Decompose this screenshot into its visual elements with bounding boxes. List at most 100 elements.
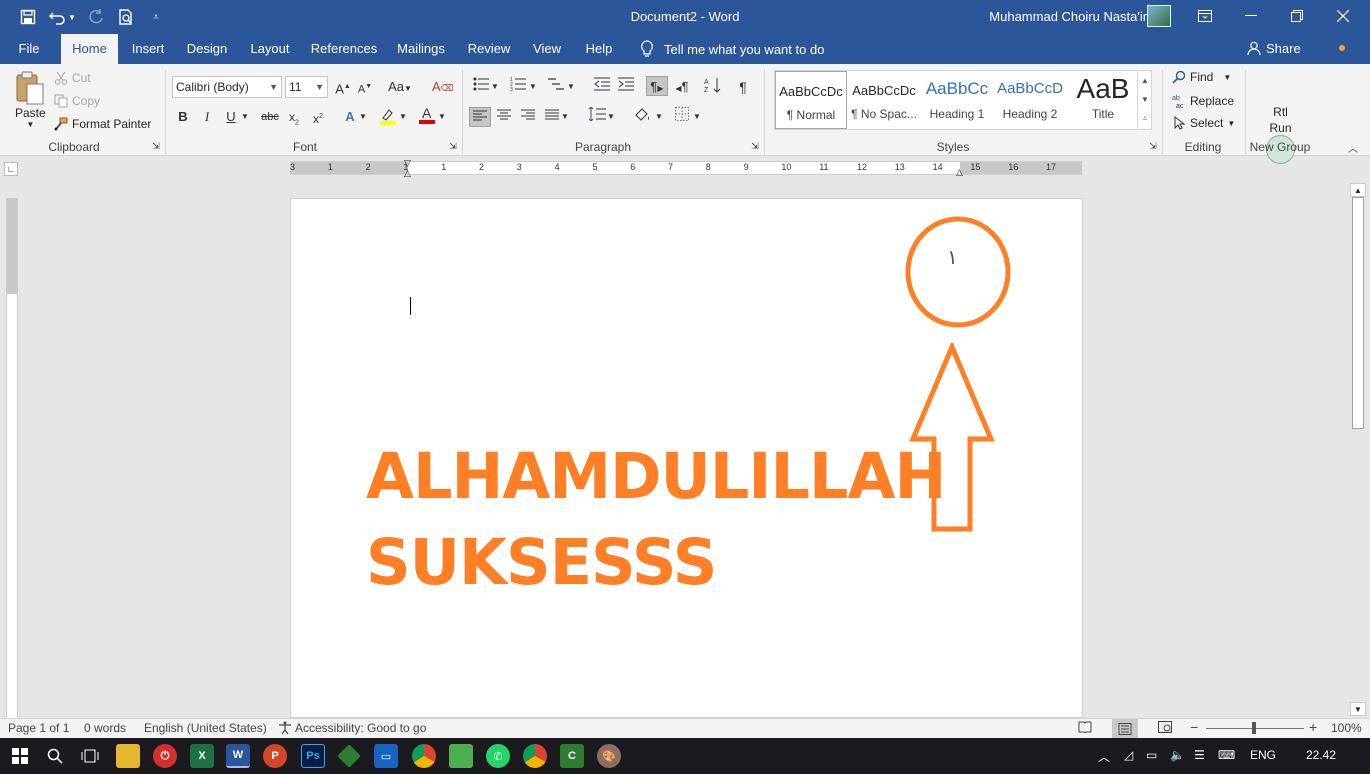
numbering-icon[interactable]: 123 [508, 77, 528, 97]
paste-button[interactable]: Paste ▼ [15, 106, 46, 129]
style-normal[interactable]: AaBbCcDc ¶ Normal [775, 71, 847, 129]
paint-icon[interactable]: 🎨 [597, 744, 621, 768]
select-button[interactable]: Select ▼ [1174, 116, 1235, 130]
notification-icon[interactable]: ☰ [1194, 748, 1205, 762]
undo-dropdown-icon[interactable]: ▼ [66, 7, 78, 27]
copy-button[interactable]: Copy [54, 94, 100, 108]
subscript-icon[interactable]: x2 [284, 107, 304, 127]
decrease-indent-icon[interactable] [592, 77, 612, 97]
font-family-select[interactable]: Calibri (Body) ▼ [172, 76, 282, 98]
font-color-dropdown-icon[interactable]: ▼ [437, 107, 447, 127]
styles-scroll[interactable]: ▲ ▼ ⩡ [1137, 71, 1152, 129]
more-styles-icon[interactable]: ⩡ [1138, 109, 1152, 128]
save-icon[interactable] [18, 7, 38, 27]
chrome-icon[interactable] [412, 744, 436, 768]
change-case-icon[interactable]: Aa▼ [387, 77, 413, 97]
strikethrough-icon[interactable]: abc [260, 107, 280, 127]
rtl-run-button[interactable]: Rtl Run [1262, 104, 1299, 136]
page-count[interactable]: Page 1 of 1 [8, 721, 69, 735]
power-app-icon[interactable]: ⏻ [153, 744, 177, 768]
style-no-spacing[interactable]: AaBbCcDc ¶ No Spac... [848, 71, 920, 129]
format-painter-button[interactable]: Format Painter [54, 117, 151, 131]
tab-mailings[interactable]: Mailings [393, 34, 449, 64]
clear-formatting-icon[interactable]: A⌫ [432, 77, 453, 97]
superscript-icon[interactable]: x2 [308, 107, 328, 127]
document-page[interactable]: ١ ALHAMDULILLAH SUKSESSS [290, 198, 1083, 718]
paragraph-launcher-icon[interactable]: ⇲ [749, 140, 761, 152]
align-center-icon[interactable] [494, 107, 514, 127]
multilevel-dropdown-icon[interactable]: ▼ [566, 77, 576, 97]
task-view-icon[interactable] [78, 744, 102, 768]
align-right-icon[interactable] [518, 107, 538, 127]
tab-file[interactable]: File [10, 34, 48, 64]
language-indicator[interactable]: ENG [1250, 748, 1276, 762]
app-icon[interactable] [449, 744, 473, 768]
collapse-ribbon-icon[interactable]: ︿ [1343, 140, 1363, 160]
zoom-in-icon[interactable]: + [1309, 719, 1317, 735]
style-heading-2[interactable]: AaBbCcD Heading 2 [994, 71, 1066, 129]
powerpoint-icon[interactable]: P [263, 744, 287, 768]
font-size-select[interactable]: 11 ▼ [285, 76, 328, 98]
first-line-indent-marker[interactable]: ▽ [404, 159, 411, 168]
keyboard-icon[interactable]: ⌨ [1218, 748, 1235, 762]
share-button[interactable]: Share [1247, 34, 1301, 64]
search-icon[interactable] [43, 744, 67, 768]
rtl-direction-icon[interactable]: ◀¶ [672, 77, 692, 97]
battery-icon[interactable]: ▭ [1146, 748, 1157, 762]
word-icon[interactable]: W [226, 744, 250, 768]
app-icon[interactable] [337, 744, 361, 768]
ltr-direction-icon[interactable]: ¶▶ [646, 76, 668, 96]
chevron-up-icon[interactable]: ▲ [1138, 71, 1152, 90]
scrollbar-thumb[interactable] [1352, 197, 1364, 429]
wifi-icon[interactable]: ◿ [1124, 748, 1133, 762]
word-count[interactable]: 0 words [84, 721, 126, 735]
find-button[interactable]: Find ▼ [1172, 70, 1231, 84]
text-effects-icon[interactable]: A [340, 107, 360, 127]
style-heading-1[interactable]: AaBbCc Heading 1 [921, 71, 993, 129]
heading-suksesss[interactable]: SUKSESSS [366, 525, 717, 599]
tab-help[interactable]: Help [580, 34, 618, 64]
customize-qat-icon[interactable]: ⩡ [146, 7, 166, 27]
sort-icon[interactable]: AZ [703, 77, 723, 97]
replace-button[interactable]: ab ac Replace [1172, 93, 1234, 109]
undo-icon[interactable] [48, 7, 68, 27]
borders-dropdown-icon[interactable]: ▼ [692, 107, 702, 127]
accessibility-status[interactable]: Accessibility: Good to go [278, 721, 426, 735]
scroll-up-icon[interactable]: ▲ [1350, 183, 1366, 197]
right-indent-marker[interactable]: △ [956, 168, 963, 177]
ribbon-display-options-icon[interactable] [1182, 0, 1228, 32]
shading-icon[interactable] [632, 107, 652, 127]
italic-icon[interactable]: I [197, 107, 217, 127]
increase-indent-icon[interactable] [616, 77, 636, 97]
justify-dropdown-icon[interactable]: ▼ [560, 107, 570, 127]
multilevel-list-icon[interactable] [546, 77, 566, 97]
tab-references[interactable]: References [309, 34, 379, 64]
clock-time[interactable]: 22.42 [1306, 748, 1336, 762]
orange-circle-shape[interactable] [903, 215, 1013, 331]
tell-me-box[interactable]: Tell me what you want to do [640, 34, 824, 64]
underline-icon[interactable]: U [221, 107, 241, 127]
tab-layout[interactable]: Layout [246, 34, 294, 64]
tab-stop-selector[interactable]: ∟ [4, 162, 18, 176]
restore-icon[interactable] [1274, 0, 1320, 32]
tab-view[interactable]: View [528, 34, 566, 64]
scroll-down-icon[interactable]: ▼ [1350, 702, 1366, 716]
show-formatting-marks-icon[interactable]: ¶ [733, 77, 753, 97]
chrome-icon[interactable] [523, 744, 547, 768]
text-effects-dropdown-icon[interactable]: ▼ [358, 107, 368, 127]
clipboard-launcher-icon[interactable]: ⇲ [150, 140, 162, 152]
zoom-level[interactable]: 100% [1331, 721, 1362, 735]
line-spacing-dropdown-icon[interactable]: ▼ [606, 107, 616, 127]
highlight-color-icon[interactable] [378, 107, 398, 127]
cut-button[interactable]: Cut [54, 71, 91, 85]
shading-dropdown-icon[interactable]: ▼ [654, 107, 664, 127]
minimize-icon[interactable] [1228, 0, 1274, 32]
excel-icon[interactable]: X [190, 744, 214, 768]
bold-icon[interactable]: B [173, 107, 193, 127]
app-icon[interactable]: ▭ [374, 744, 398, 768]
language-status[interactable]: English (United States) [144, 721, 267, 735]
tab-home[interactable]: Home [61, 34, 118, 64]
print-layout-icon[interactable] [1112, 719, 1138, 738]
read-mode-icon[interactable] [1078, 721, 1092, 736]
tab-insert[interactable]: Insert [127, 34, 169, 64]
